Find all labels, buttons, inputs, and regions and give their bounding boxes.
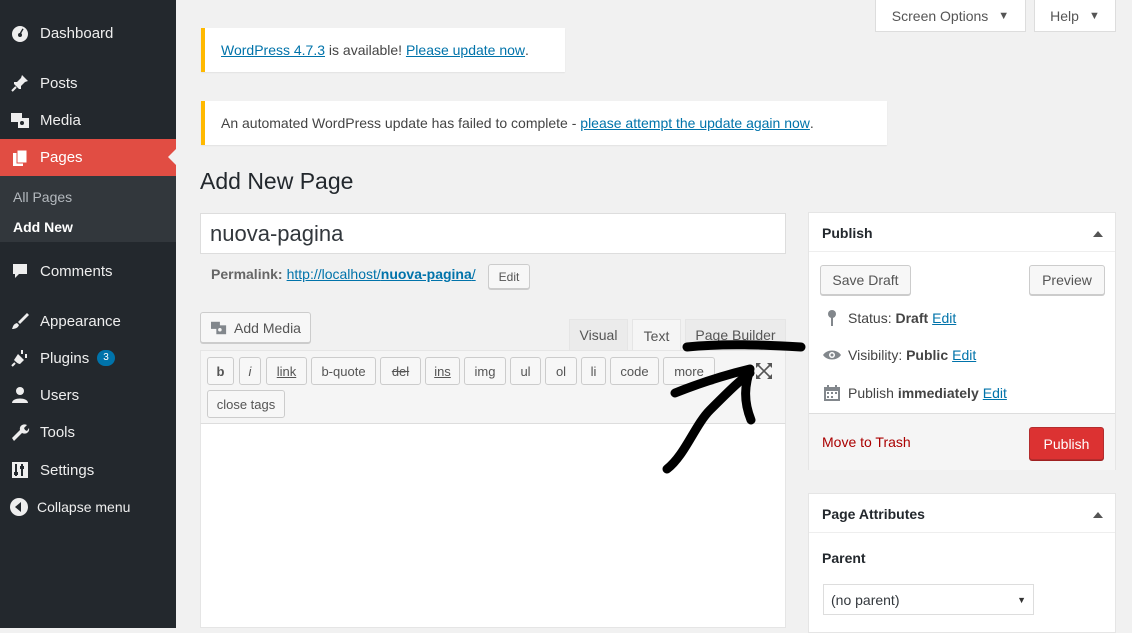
screen-options-button[interactable]: Screen Options ▼ — [875, 0, 1026, 32]
attempt-update-link[interactable]: please attempt the update again now — [580, 115, 810, 131]
qt-bquote-button[interactable]: b-quote — [311, 357, 376, 385]
sidebar-item-dashboard[interactable]: Dashboard — [0, 15, 176, 51]
qt-img-button[interactable]: img — [464, 357, 506, 385]
qt-ol-button[interactable]: ol — [545, 357, 577, 385]
sidebar-item-label: Pages — [40, 149, 83, 166]
sidebar-item-label: Dashboard — [40, 24, 114, 42]
publish-box-toggle-icon[interactable] — [1093, 231, 1103, 237]
editor-textarea[interactable] — [200, 423, 786, 628]
comment-icon — [10, 261, 30, 281]
move-to-trash-link[interactable]: Move to Trash — [822, 434, 911, 450]
permalink-row: Permalink: http://localhost/nuova-pagina… — [211, 266, 476, 282]
qt-del-button[interactable]: del — [380, 357, 421, 385]
sidebar-item-settings[interactable]: Settings — [0, 452, 176, 488]
sidebar-item-posts[interactable]: Posts — [0, 65, 176, 101]
pages-submenu: All Pages Add New — [0, 176, 176, 242]
settings-icon — [10, 460, 30, 480]
tab-visual[interactable]: Visual — [569, 319, 628, 350]
visibility-edit-link[interactable]: Edit — [952, 347, 976, 363]
sidebar-item-label: Posts — [40, 74, 78, 92]
publish-box: Publish Save Draft Preview Status: Draft… — [808, 212, 1116, 470]
sidebar-item-comments[interactable]: Comments — [0, 253, 176, 289]
permalink-link[interactable]: http://localhost/nuova-pagina/ — [287, 266, 476, 282]
caret-down-icon: ▼ — [998, 9, 1010, 22]
save-draft-button[interactable]: Save Draft — [820, 265, 911, 295]
wordpress-version-link[interactable]: WordPress 4.7.3 — [221, 42, 325, 58]
sidebar-item-tools[interactable]: Tools — [0, 414, 176, 450]
qt-ins-button[interactable]: ins — [425, 357, 460, 385]
page-attributes-title: Page Attributes — [822, 506, 925, 522]
pin-icon — [10, 73, 30, 93]
submenu-all-pages[interactable]: All Pages — [13, 189, 72, 205]
sidebar-item-label: Media — [40, 111, 81, 129]
page-title-input[interactable] — [200, 213, 786, 254]
media-icon — [210, 320, 228, 336]
caret-down-icon: ▼ — [1017, 594, 1026, 605]
plug-icon — [10, 348, 30, 368]
caret-down-icon: ▼ — [1088, 9, 1100, 22]
dashboard-icon — [10, 23, 30, 43]
pin-icon — [822, 309, 842, 327]
status-edit-link[interactable]: Edit — [932, 310, 956, 326]
submenu-add-new[interactable]: Add New — [13, 219, 73, 235]
sidebar-item-label: Users — [40, 386, 80, 404]
publish-box-divider — [809, 251, 1115, 252]
qt-close-tags-button[interactable]: close tags — [207, 390, 285, 418]
status-row: Status: Draft Edit — [822, 309, 956, 327]
preview-button[interactable]: Preview — [1029, 265, 1105, 295]
sidebar-item-media[interactable]: Media — [0, 102, 176, 138]
qt-more-button[interactable]: more — [663, 357, 715, 385]
qt-code-button[interactable]: code — [610, 357, 659, 385]
fullscreen-icon[interactable] — [753, 361, 775, 381]
page-attributes-box: Page Attributes Parent (no parent) ▼ — [808, 493, 1116, 633]
sidebar-item-label: Settings — [40, 461, 95, 479]
publish-actions: Move to Trash Publish — [809, 413, 1115, 470]
visibility-row: Visibility: Public Edit — [822, 347, 976, 363]
add-media-button[interactable]: Add Media — [200, 312, 311, 343]
parent-select[interactable]: (no parent) ▼ — [823, 584, 1034, 615]
eye-icon — [822, 348, 842, 362]
pages-icon — [10, 148, 30, 168]
sidebar-item-appearance[interactable]: Appearance — [0, 303, 176, 339]
sidebar-item-label: Plugins — [40, 349, 90, 367]
calendar-icon — [822, 384, 842, 402]
update-available-notice: WordPress 4.7.3 is available! Please upd… — [201, 28, 565, 72]
qt-li-button[interactable]: li — [581, 357, 606, 385]
sidebar-item-label: Collapse menu — [37, 499, 131, 515]
user-icon — [10, 385, 30, 405]
sidebar-item-label: Appearance — [40, 312, 121, 330]
collapse-menu-button[interactable]: Collapse menu — [0, 489, 176, 525]
qt-italic-button[interactable]: i — [239, 357, 261, 385]
tab-text[interactable]: Text — [632, 319, 681, 351]
tab-page-builder[interactable]: Page Builder — [685, 319, 786, 350]
sidebar-item-label: Tools — [40, 423, 76, 441]
permalink-edit-button[interactable]: Edit — [488, 264, 530, 289]
publish-date-edit-link[interactable]: Edit — [983, 385, 1007, 401]
publish-box-title: Publish — [822, 225, 873, 241]
media-icon — [10, 110, 30, 130]
parent-label: Parent — [822, 550, 866, 566]
wrench-icon — [10, 422, 30, 442]
qt-ul-button[interactable]: ul — [510, 357, 541, 385]
page-attributes-toggle-icon[interactable] — [1093, 512, 1103, 518]
qt-bold-button[interactable]: b — [207, 357, 234, 385]
page-title: Add New Page — [200, 168, 354, 194]
plugins-update-badge: 3 — [97, 350, 115, 366]
publish-date-row: Publish immediately Edit — [822, 384, 1007, 402]
collapse-icon — [9, 497, 29, 517]
help-button[interactable]: Help ▼ — [1034, 0, 1116, 32]
permalink-label: Permalink: — [211, 266, 283, 282]
sidebar-item-pages[interactable]: Pages — [0, 139, 176, 176]
admin-sidebar: Dashboard Posts Media Pages All Pages Ad… — [0, 0, 176, 628]
page-attributes-divider — [809, 532, 1115, 533]
sidebar-item-plugins[interactable]: Plugins 3 — [0, 340, 176, 376]
publish-button[interactable]: Publish — [1029, 427, 1104, 460]
sidebar-item-label: Comments — [40, 262, 113, 280]
sidebar-item-users[interactable]: Users — [0, 377, 176, 413]
update-failed-notice: An automated WordPress update has failed… — [201, 101, 887, 145]
qt-link-button[interactable]: link — [266, 357, 307, 385]
brush-icon — [10, 311, 30, 331]
update-now-link[interactable]: Please update now — [406, 42, 525, 58]
